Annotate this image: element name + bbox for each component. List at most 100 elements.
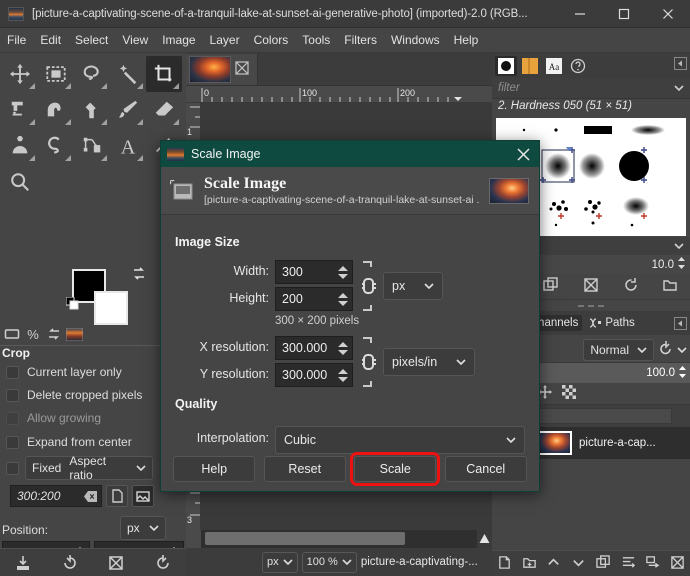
image-tab[interactable] (186, 53, 258, 85)
background-color-swatch[interactable] (94, 291, 128, 325)
patterns-tab[interactable] (519, 56, 541, 76)
crop-tool[interactable] (146, 56, 182, 92)
move-tool[interactable] (2, 56, 38, 92)
dock-menu-icon[interactable] (674, 57, 687, 70)
text-tool[interactable]: A (110, 128, 146, 164)
chain-link-icon[interactable] (359, 336, 377, 387)
pattern-indicator-icon[interactable]: % (24, 325, 43, 344)
option-expand-from-center[interactable]: Expand from center (6, 433, 132, 451)
x-resolution-input[interactable]: 300.000 (275, 336, 353, 360)
switch-to-default-mode-icon[interactable] (658, 340, 673, 359)
chevron-down-icon[interactable] (674, 243, 684, 249)
close-icon[interactable] (646, 0, 690, 28)
cancel-button[interactable]: Cancel (444, 456, 527, 482)
bucket-fill-tool[interactable] (74, 92, 110, 128)
fixed-aspect-combo[interactable]: Fixed Aspect ratio (25, 454, 153, 482)
menu-filters[interactable]: Filters (337, 30, 384, 50)
size-unit-combo[interactable]: px (383, 272, 443, 300)
spinner-arrows[interactable] (338, 337, 349, 359)
menu-colors[interactable]: Colors (247, 30, 296, 50)
y-resolution-input[interactable]: 300.000 (275, 363, 353, 387)
resolution-unit-combo[interactable]: pixels/in (383, 348, 475, 376)
scale-button[interactable]: Scale (350, 452, 441, 486)
delete-tool-preset-icon[interactable] (105, 552, 127, 574)
menu-layer[interactable]: Layer (203, 30, 247, 50)
close-tab-icon[interactable] (235, 60, 249, 78)
warp-tool[interactable] (38, 92, 74, 128)
reset-button[interactable]: Reset (263, 456, 346, 482)
checkbox-expand-from-center[interactable] (6, 435, 19, 449)
brush-filter-input[interactable]: filter (498, 82, 520, 94)
checkbox-fixed[interactable] (6, 461, 19, 475)
zoom-tool[interactable] (2, 164, 38, 200)
active-image-thumbnail[interactable] (65, 325, 84, 344)
reset-colors-icon[interactable] (65, 296, 80, 314)
horizontal-scrollbar[interactable] (201, 530, 477, 548)
brush-indicator-icon[interactable] (3, 325, 22, 344)
menu-file[interactable]: File (0, 30, 33, 50)
checkbox-current-layer-only[interactable] (6, 365, 19, 379)
refresh-brushes-icon[interactable] (623, 277, 639, 296)
height-input[interactable]: 200 (275, 287, 353, 311)
menu-edit[interactable]: Edit (33, 30, 68, 50)
delete-brush-icon[interactable] (583, 277, 599, 296)
save-tool-preset-icon[interactable] (12, 552, 34, 574)
layers-dock-menu-icon[interactable] (674, 317, 687, 330)
smudge-tool[interactable] (38, 128, 74, 164)
chevron-down-icon[interactable] (674, 85, 684, 91)
position-unit-combo[interactable]: px (120, 516, 166, 540)
menu-select[interactable]: Select (68, 30, 115, 50)
paths-tool[interactable] (74, 128, 110, 164)
help-button[interactable]: Help (173, 456, 256, 482)
reset-tool-options-icon[interactable] (152, 552, 174, 574)
new-layer-group-icon[interactable] (522, 555, 537, 573)
navigation-preview-button[interactable] (477, 530, 492, 548)
clone-tool[interactable] (2, 128, 38, 164)
paintbrush-tool[interactable] (110, 92, 146, 128)
checkbox-allow-growing[interactable] (6, 411, 19, 425)
menu-image[interactable]: Image (155, 30, 202, 50)
anchor-layer-icon[interactable] (621, 555, 636, 573)
canvas-corner-button[interactable] (186, 530, 201, 548)
option-allow-growing[interactable]: Allow growing (6, 409, 101, 427)
document-history-tab[interactable] (567, 56, 589, 76)
checkbox-delete-cropped-pixels[interactable] (6, 388, 19, 402)
spinner-arrows[interactable] (338, 261, 349, 283)
transform-tool[interactable] (2, 92, 38, 128)
delete-layer-icon[interactable] (670, 555, 685, 573)
aspect-ratio-input[interactable]: 300:200 (10, 485, 102, 507)
brushes-tab[interactable] (495, 55, 517, 76)
menu-help[interactable]: Help (447, 30, 486, 50)
merge-layer-icon[interactable] (645, 555, 660, 573)
horizontal-scrollbar-thumb[interactable] (205, 532, 405, 545)
chain-link-icon[interactable] (359, 260, 377, 311)
gradient-indicator-icon[interactable] (45, 325, 64, 344)
restore-tool-preset-icon[interactable] (59, 552, 81, 574)
lock-alpha-icon[interactable] (562, 385, 576, 402)
paths-tab[interactable]: Paths (585, 315, 638, 331)
brush-filter-bar[interactable]: filter (492, 78, 690, 99)
swap-colors-icon[interactable] (132, 267, 146, 284)
spinner-arrows[interactable] (338, 364, 349, 386)
statusbar-zoom-combo[interactable]: 100 % (301, 551, 357, 573)
lower-layer-icon[interactable] (571, 555, 586, 573)
lock-position-icon[interactable] (538, 385, 552, 402)
eraser-tool[interactable] (146, 92, 182, 128)
raise-layer-icon[interactable] (546, 555, 561, 573)
chevron-down-icon[interactable] (677, 346, 687, 353)
menu-view[interactable]: View (115, 30, 155, 50)
statusbar-unit-combo[interactable]: px (262, 551, 298, 573)
fuzzy-select-tool[interactable] (110, 56, 146, 92)
spinner-arrows[interactable] (338, 288, 349, 310)
clear-icon[interactable] (84, 490, 97, 502)
option-current-layer-only[interactable]: Current layer only (6, 363, 122, 381)
layer-mode-combo[interactable]: Normal (583, 338, 654, 361)
maximize-icon[interactable] (602, 0, 646, 28)
minimize-icon[interactable] (558, 0, 602, 28)
new-layer-icon[interactable] (497, 555, 512, 573)
horizontal-ruler[interactable]: 0 100 200 (186, 86, 492, 103)
fonts-tab[interactable]: Aa (543, 56, 565, 76)
rectangle-select-tool[interactable] (38, 56, 74, 92)
spinner-arrows[interactable] (678, 365, 687, 382)
option-delete-cropped-pixels[interactable]: Delete cropped pixels (6, 386, 142, 404)
